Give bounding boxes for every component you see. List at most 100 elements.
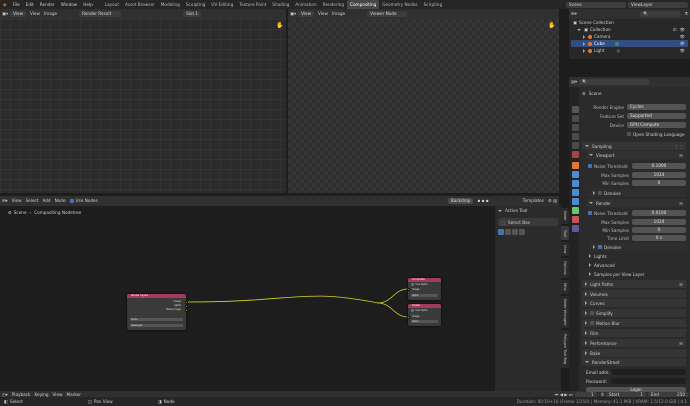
constraints-tab-icon[interactable] bbox=[572, 198, 579, 205]
viewport-subpanel-header[interactable]: Viewport ☷ bbox=[586, 151, 686, 159]
texture-tab-icon[interactable] bbox=[572, 225, 579, 232]
render-denoise-header[interactable]: Denoise bbox=[590, 243, 686, 251]
physics-tab-icon[interactable] bbox=[572, 189, 579, 196]
time-limit-field[interactable]: 0 s bbox=[632, 235, 686, 241]
render-tab-icon[interactable] bbox=[572, 115, 579, 122]
viewport-noise-threshold-field[interactable]: 0.1000 bbox=[632, 163, 686, 169]
collection-icon: ▣ bbox=[584, 27, 588, 32]
socket-image[interactable] bbox=[184, 300, 188, 304]
view-layer-tab-icon[interactable] bbox=[572, 133, 579, 140]
eye-icon[interactable]: 👁 bbox=[680, 48, 685, 54]
render-layers-header[interactable]: Render Layers bbox=[127, 294, 186, 298]
composite-alpha-field[interactable]: Alpha bbox=[411, 294, 438, 297]
outliner-search[interactable]: 🔍 bbox=[640, 11, 681, 17]
performance-panel[interactable]: Performance ☷ bbox=[582, 339, 686, 347]
socket-viewer-image[interactable] bbox=[406, 315, 410, 319]
preset-list-icon[interactable]: ☷ bbox=[679, 153, 683, 158]
sidebar-tab-polygon-tool-bag[interactable]: Polygon Tool Bag bbox=[561, 330, 569, 368]
samples-per-view-layer-subpanel[interactable]: Samples per View Layer bbox=[586, 270, 686, 278]
osl-row[interactable]: Open Shading Language bbox=[627, 130, 687, 138]
viewer-use-alpha[interactable]: Use Alpha bbox=[411, 309, 428, 312]
simplify-panel[interactable]: Simplify bbox=[582, 309, 686, 317]
particles-tab-icon[interactable] bbox=[572, 180, 579, 187]
outliner-row-scene-collection[interactable]: ▣ Scene Collection bbox=[571, 19, 688, 26]
output-tab-icon[interactable] bbox=[572, 124, 579, 131]
sidebar-tab-misc[interactable]: Misc bbox=[561, 280, 569, 294]
outliner-row-light[interactable]: Light ◎ 👁 bbox=[571, 47, 688, 54]
tool-tab-icon[interactable] bbox=[572, 106, 579, 113]
render-min-samples-field[interactable]: 0 bbox=[632, 227, 686, 233]
select-box-tool[interactable]: ⬚ Select Box bbox=[498, 218, 558, 226]
outliner-type-icon[interactable]: ☰▾ bbox=[569, 9, 579, 19]
viewer-alpha-field[interactable]: Alpha bbox=[411, 320, 438, 323]
volumes-panel[interactable]: Volumes bbox=[582, 290, 686, 298]
preset-list-icon[interactable]: ☷ bbox=[679, 201, 683, 206]
denoise-checkbox[interactable] bbox=[598, 245, 602, 249]
composite-node[interactable]: Composite Use Alpha Image Alpha bbox=[406, 278, 441, 300]
viewer-header[interactable]: Viewer bbox=[408, 304, 441, 308]
bake-panel[interactable]: Bake bbox=[582, 349, 686, 357]
scene-tab-icon[interactable] bbox=[572, 142, 579, 149]
sidebar-tab-node-wrangler[interactable]: Node Wrangler bbox=[561, 296, 569, 328]
password-input[interactable] bbox=[611, 378, 686, 384]
filter-icon[interactable]: ⚗ bbox=[682, 9, 690, 19]
motion-blur-checkbox[interactable] bbox=[590, 321, 594, 325]
film-panel[interactable]: Film bbox=[582, 329, 686, 337]
render-layers-scene-field[interactable]: Scene bbox=[130, 318, 183, 321]
outliner-row-collection[interactable]: ▣ Collection ☑ 👁 bbox=[571, 26, 688, 33]
device-dropdown[interactable]: GPU Compute bbox=[627, 122, 686, 128]
viewport-min-samples-field[interactable]: 0 bbox=[632, 180, 686, 186]
osl-checkbox[interactable] bbox=[627, 132, 631, 136]
material-tab-icon[interactable] bbox=[572, 216, 579, 223]
socket-composite-image[interactable] bbox=[406, 288, 410, 291]
eye-icon[interactable]: 👁 bbox=[680, 34, 685, 40]
viewer-node[interactable]: Viewer Use Alpha Image Alpha bbox=[406, 304, 441, 326]
socket-noise[interactable] bbox=[184, 308, 188, 312]
render-subpanel-header[interactable]: Render ☷ bbox=[586, 199, 686, 207]
denoise-checkbox[interactable] bbox=[598, 191, 602, 195]
render-layers-layer-field[interactable]: ViewLayer bbox=[130, 324, 183, 327]
sidebar-tab-view[interactable]: View bbox=[561, 242, 569, 256]
lights-subpanel[interactable]: Lights bbox=[586, 252, 686, 260]
render-noise-threshold-field[interactable]: 0.0100 bbox=[632, 210, 686, 216]
advanced-subpanel[interactable]: Advanced bbox=[586, 261, 686, 269]
render-engine-dropdown[interactable]: Cycles bbox=[627, 104, 686, 110]
composite-use-alpha[interactable]: Use Alpha bbox=[411, 283, 428, 286]
composite-header[interactable]: Composite bbox=[408, 278, 441, 282]
light-paths-panel[interactable]: Light Paths ☷ bbox=[582, 280, 686, 288]
curves-panel[interactable]: Curves bbox=[582, 299, 686, 307]
properties-type-icon[interactable]: ▤▾ bbox=[569, 77, 579, 87]
feature-set-dropdown[interactable]: Supported bbox=[627, 113, 686, 119]
viewport-denoise-header[interactable]: Denoise bbox=[590, 189, 686, 197]
email-input[interactable] bbox=[611, 369, 686, 375]
noise-threshold-checkbox[interactable] bbox=[588, 211, 592, 215]
drag-handle-icon[interactable]: ⋮⋮ bbox=[675, 144, 683, 149]
outliner-row-camera[interactable]: Camera 👁 bbox=[571, 33, 688, 40]
socket-alpha[interactable] bbox=[184, 304, 188, 308]
checkbox-icon[interactable]: ☑ bbox=[673, 27, 677, 32]
data-tab-icon[interactable] bbox=[572, 207, 579, 214]
object-tab-icon[interactable] bbox=[572, 162, 579, 169]
eye-icon[interactable]: 👁 bbox=[680, 41, 685, 47]
sidebar-tab-tool[interactable]: Tool bbox=[561, 226, 569, 240]
select-mode-buttons[interactable] bbox=[498, 229, 558, 235]
sampling-panel-header[interactable]: Sampling ⋮⋮ bbox=[582, 142, 686, 150]
render-layers-node[interactable]: Render Layers Image Alpha Noise Image Sc… bbox=[127, 294, 188, 330]
sidebar-tab-options[interactable]: Options bbox=[561, 258, 569, 278]
active-tool-header[interactable]: Active Tool bbox=[495, 206, 561, 215]
noise-threshold-checkbox[interactable] bbox=[588, 164, 592, 168]
preset-list-icon[interactable]: ☷ bbox=[679, 341, 683, 346]
outliner-row-cube[interactable]: Cube ▨ 👁 bbox=[571, 40, 688, 47]
simplify-checkbox[interactable] bbox=[590, 311, 594, 315]
modifier-tab-icon[interactable] bbox=[572, 171, 579, 178]
render-max-samples-field[interactable]: 1024 bbox=[632, 219, 686, 225]
preset-list-icon[interactable]: ☷ bbox=[679, 282, 683, 287]
eye-icon[interactable]: 👁 bbox=[680, 27, 685, 33]
properties-search[interactable]: 🔍 bbox=[579, 79, 650, 85]
login-button[interactable]: Login bbox=[586, 386, 686, 392]
renderstreet-panel[interactable]: RenderStreet bbox=[582, 358, 686, 366]
motion-blur-panel[interactable]: Motion Blur bbox=[582, 319, 686, 327]
viewport-max-samples-field[interactable]: 1024 bbox=[632, 172, 686, 178]
world-tab-icon[interactable] bbox=[572, 151, 579, 158]
sidebar-tab-node[interactable]: Node bbox=[561, 208, 569, 224]
